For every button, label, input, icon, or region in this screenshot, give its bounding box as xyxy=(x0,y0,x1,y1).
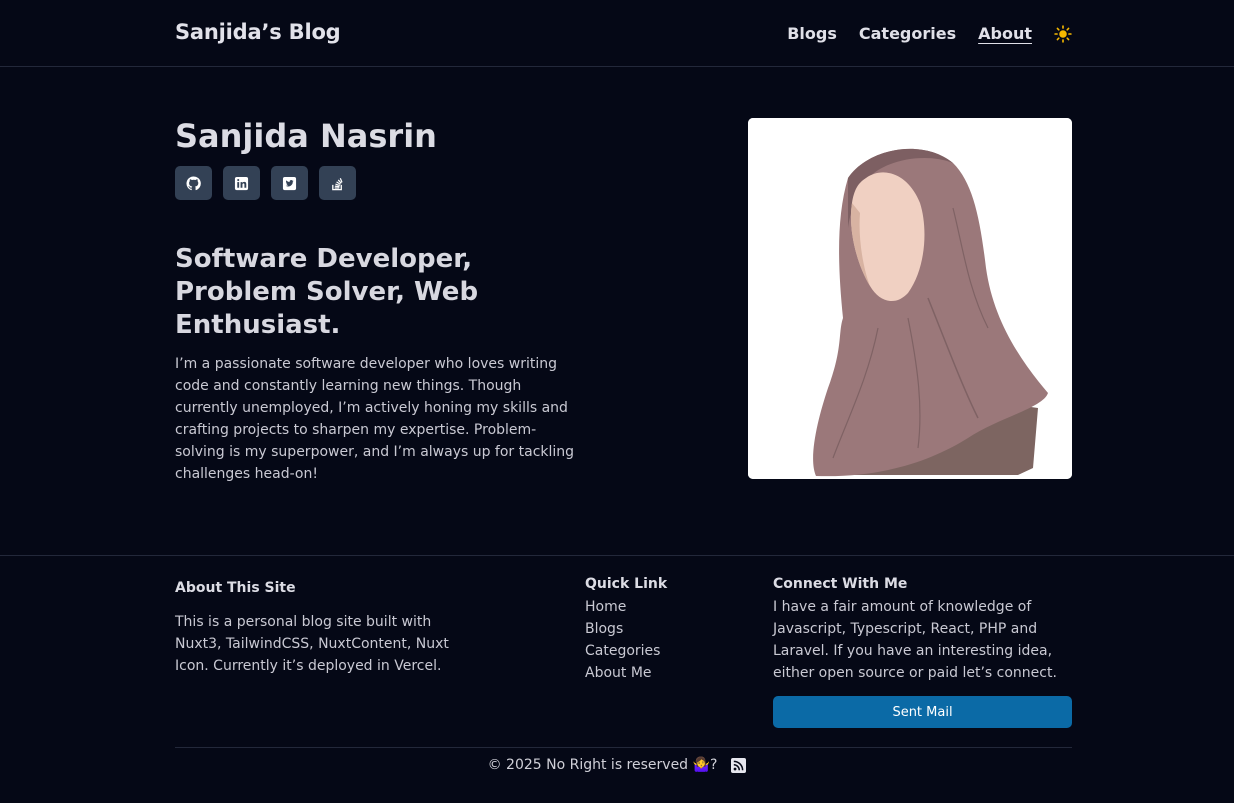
github-link[interactable] xyxy=(175,166,212,200)
main-nav: Blogs Categories About xyxy=(765,24,1072,43)
twitter-icon xyxy=(282,176,297,190)
sun-icon[interactable] xyxy=(1054,24,1072,43)
nav-categories[interactable]: Categories xyxy=(859,24,956,43)
send-mail-button[interactable]: Sent Mail xyxy=(773,696,1072,728)
stackoverflow-icon xyxy=(332,177,343,190)
copyright-bar: © 2025 No Right is reserved 🤷‍♀️? xyxy=(0,757,1234,773)
profile-tagline: Software Developer, Problem Solver, Web … xyxy=(175,244,479,340)
profile-name: Sanjida Nasrin xyxy=(175,117,437,155)
about-site-text: This is a personal blog site built with … xyxy=(175,614,449,674)
connect-text: I have a fair amount of knowledge of Jav… xyxy=(773,599,1057,681)
site-logo[interactable]: Sanjida’s Blog xyxy=(175,20,341,44)
profile-bio: I’m a passionate software developer who … xyxy=(175,356,575,482)
profile-portrait xyxy=(748,118,1072,479)
social-links xyxy=(175,166,356,200)
quick-link-about-me[interactable]: About Me xyxy=(585,662,660,684)
github-icon xyxy=(186,175,201,190)
twitter-link[interactable] xyxy=(271,166,308,200)
rss-icon[interactable] xyxy=(731,757,747,773)
quick-link-title: Quick Link xyxy=(585,576,668,592)
linkedin-icon xyxy=(234,176,249,190)
connect-title: Connect With Me xyxy=(773,576,908,592)
about-site-title: About This Site xyxy=(175,580,296,596)
footer-divider xyxy=(0,555,1234,556)
copyright-text: © 2025 No Right is reserved 🤷‍♀️? xyxy=(487,757,718,773)
quick-link-list: Home Blogs Categories About Me xyxy=(585,596,660,684)
quick-link-blogs[interactable]: Blogs xyxy=(585,618,660,640)
quick-link-home[interactable]: Home xyxy=(585,596,660,618)
linkedin-link[interactable] xyxy=(223,166,260,200)
nav-about[interactable]: About xyxy=(978,24,1032,43)
nav-blogs[interactable]: Blogs xyxy=(787,24,837,43)
stackoverflow-link[interactable] xyxy=(319,166,356,200)
site-header: Sanjida’s Blog Blogs Categories About xyxy=(0,0,1234,67)
quick-link-categories[interactable]: Categories xyxy=(585,640,660,662)
bottom-divider xyxy=(175,747,1072,748)
